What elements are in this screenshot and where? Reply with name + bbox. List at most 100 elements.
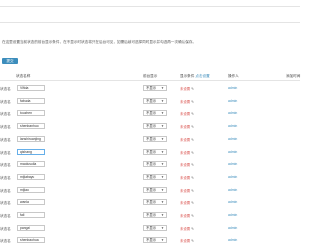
condition-value: 未设置 [180,99,191,104]
header-condition-label: 显示条件 [180,74,195,78]
updater-link[interactable]: admin [228,86,237,90]
visibility-value: 不显示 [146,213,157,217]
updater-link[interactable]: admin [228,238,237,242]
row-label: 状态名 [0,150,11,155]
updater-link[interactable]: admin [228,99,237,103]
condition-cell[interactable]: 未设置✎ [180,111,194,116]
condition-cell[interactable]: 未设置✎ [180,188,194,193]
condition-cell[interactable]: 未设置✎ [180,124,194,129]
condition-cell[interactable]: 未设置✎ [180,213,194,218]
table-row: 状态名 mijiabayu 不显示 ▼ 未设置✎ admin [0,173,300,186]
visibility-value: 不显示 [146,187,157,192]
status-name-input[interactable]: lanshiruanjing [17,135,45,142]
visibility-select[interactable]: 不显示 ▼ [143,85,167,91]
visibility-select[interactable]: 不显示 ▼ [143,224,167,231]
pencil-icon[interactable]: ✎ [191,239,194,243]
status-name-input[interactable]: shenbanhuo [17,123,45,130]
updater-link[interactable]: admin [228,124,237,128]
status-name-input[interactable]: mijiao [17,186,45,193]
row-label: 状态名 [0,239,11,244]
updater-link[interactable]: admin [228,200,237,204]
condition-value: 未设置 [180,214,191,218]
condition-value: 未设置 [180,175,191,180]
table-row: 状态名 shenbaohua 不显示 ▼ 未设置✎ admin [0,237,300,249]
condition-cell[interactable]: 未设置✎ [180,150,194,155]
table-row: 状态名 wanla 不显示 ▼ 未设置✎ admin [0,199,300,211]
header-condition-link[interactable]: 点击设置 [195,74,209,78]
visibility-select[interactable]: 不显示 ▼ [143,186,167,193]
visibility-select[interactable]: 不显示 ▼ [143,123,167,130]
condition-cell[interactable]: 未设置✎ [180,238,194,243]
table-row: 状态名 shenbanhuo 不显示 ▼ 未设置✎ admin [0,123,300,135]
condition-cell[interactable]: 未设置✎ [180,200,194,205]
pencil-icon[interactable]: ✎ [191,201,194,205]
condition-cell[interactable]: 未设置✎ [180,226,194,231]
updater-link[interactable]: admin [228,111,237,115]
chevron-down-icon: ▼ [161,162,164,167]
pencil-icon[interactable]: ✎ [191,227,194,231]
submit-button[interactable]: 提交 [2,58,18,64]
pencil-icon[interactable]: ✎ [191,87,194,91]
visibility-value: 不显示 [146,174,157,179]
pencil-icon[interactable]: ✎ [191,176,194,180]
condition-value: 未设置 [180,112,191,117]
table-row: 状态名 lanshiruanjing 不显示 ▼ 未设置✎ admin [0,135,300,148]
visibility-select[interactable]: 不显示 ▼ [143,199,167,206]
status-name-input[interactable]: Vifida [17,85,45,91]
updater-link[interactable]: admin [228,137,237,141]
table-row: 状态名 fali 不显示 ▼ 未设置✎ admin [0,212,300,224]
condition-cell[interactable]: 未设置✎ [180,86,194,91]
status-name-input[interactable]: qishang [17,148,45,155]
visibility-select[interactable]: 不显示 ▼ [143,161,167,168]
pencil-icon[interactable]: ✎ [191,189,194,193]
visibility-value: 不显示 [146,86,157,90]
condition-cell[interactable]: 未设置✎ [180,175,194,180]
condition-cell[interactable]: 未设置✎ [180,162,194,167]
updater-link[interactable]: admin [228,188,237,192]
header-updater: 操作人 [228,74,239,78]
visibility-select[interactable]: 不显示 ▼ [143,110,167,117]
status-name-input[interactable]: fabuda [17,97,45,104]
condition-cell[interactable]: 未设置✎ [180,137,194,142]
pencil-icon[interactable]: ✎ [191,112,194,116]
condition-value: 未设置 [180,125,191,130]
visibility-value: 不显示 [146,200,157,205]
visibility-select[interactable]: 不显示 ▼ [143,212,167,218]
row-label: 状态名 [0,137,11,142]
table-row: 状态名 pangzi 不显示 ▼ 未设置✎ admin [0,224,300,237]
pencil-icon[interactable]: ✎ [191,100,194,104]
visibility-select[interactable]: 不显示 ▼ [143,237,167,244]
status-name-input[interactable]: wanla [17,199,45,206]
visibility-select[interactable]: 不显示 ▼ [143,148,167,155]
visibility-value: 不显示 [146,225,157,230]
pencil-icon[interactable]: ✎ [191,151,194,155]
pencil-icon[interactable]: ✎ [191,163,194,167]
chevron-down-icon: ▼ [161,200,164,205]
condition-cell[interactable]: 未设置✎ [180,99,194,104]
status-name-input[interactable]: pangzi [17,224,45,231]
updater-link[interactable]: admin [228,162,237,166]
header-name: 状态名称 [16,74,31,78]
condition-value: 未设置 [180,163,191,168]
pencil-icon[interactable]: ✎ [191,125,194,129]
visibility-select[interactable]: 不显示 ▼ [143,97,167,104]
chevron-down-icon: ▼ [161,213,164,217]
row-label: 状态名 [0,226,11,231]
condition-value: 未设置 [180,188,191,193]
pencil-icon[interactable]: ✎ [191,138,194,142]
status-name-input[interactable]: touzhen [17,110,45,117]
visibility-select[interactable]: 不显示 ▼ [143,135,167,142]
visibility-value: 不显示 [146,111,157,116]
updater-link[interactable]: admin [228,226,237,230]
status-name-input[interactable]: shenbaohua [17,237,45,244]
updater-link[interactable]: admin [228,150,237,154]
status-name-input[interactable]: fali [17,212,45,218]
visibility-select[interactable]: 不显示 ▼ [143,173,167,180]
status-name-input[interactable]: maolusuila [17,161,45,168]
status-name-input[interactable]: mijiabayu [17,173,45,180]
row-label: 状态名 [0,87,11,91]
updater-link[interactable]: admin [228,213,237,217]
chevron-down-icon: ▼ [161,86,164,90]
pencil-icon[interactable]: ✎ [191,214,194,218]
updater-link[interactable]: admin [228,175,237,179]
